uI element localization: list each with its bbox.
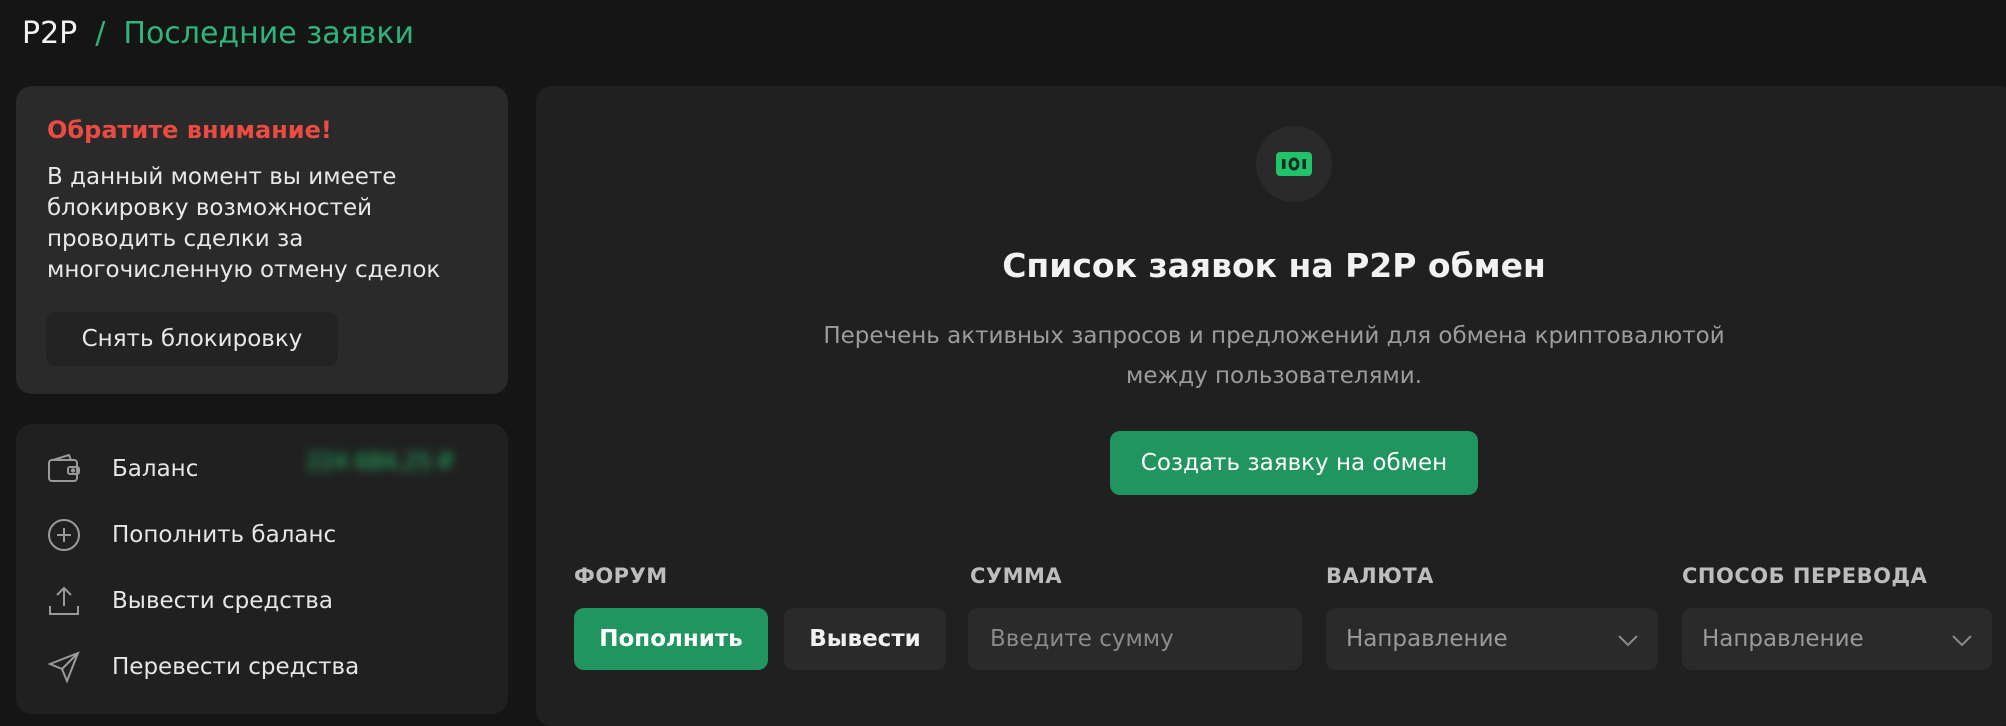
chevron-down-icon bbox=[1950, 628, 1974, 654]
page-title: Список заявок на P2P обмен bbox=[1002, 246, 1546, 285]
amount-label: СУММА bbox=[970, 564, 1063, 588]
currency-select[interactable]: Направление bbox=[1326, 608, 1658, 670]
method-select-value: Направление bbox=[1702, 626, 1864, 652]
currency-label: ВАЛЮТА bbox=[1326, 564, 1434, 588]
amount-field-wrapper bbox=[968, 608, 1302, 670]
wallet-icon bbox=[46, 451, 82, 487]
warning-title: Обратите внимание! bbox=[47, 116, 332, 144]
money-icon bbox=[1256, 126, 1332, 202]
warning-card: Обратите внимание! В данный момент вы им… bbox=[16, 86, 508, 394]
breadcrumb-root[interactable]: P2P bbox=[22, 14, 77, 54]
upload-icon bbox=[46, 583, 82, 619]
menu-item-transfer[interactable]: Перевести средства bbox=[46, 647, 359, 687]
method-select[interactable]: Направление bbox=[1682, 608, 1992, 670]
create-request-button[interactable]: Создать заявку на обмен bbox=[1110, 431, 1478, 495]
forum-label: ФОРУМ bbox=[574, 564, 668, 588]
menu-item-deposit[interactable]: Пополнить баланс bbox=[46, 515, 336, 555]
menu-label-deposit: Пополнить баланс bbox=[112, 522, 337, 548]
menu-label-balance: Баланс bbox=[112, 456, 199, 482]
menu-item-withdraw[interactable]: Вывести средства bbox=[46, 581, 333, 621]
unlock-button[interactable]: Снять блокировку bbox=[46, 312, 338, 366]
amount-input[interactable] bbox=[988, 625, 1302, 653]
menu-label-transfer: Перевести средства bbox=[112, 654, 360, 680]
withdraw-filter-button[interactable]: Вывести bbox=[784, 608, 946, 670]
plus-circle-icon bbox=[46, 517, 82, 553]
send-icon bbox=[46, 649, 82, 685]
deposit-filter-button[interactable]: Пополнить bbox=[574, 608, 768, 670]
breadcrumb-separator: / bbox=[95, 16, 106, 51]
main-panel: Список заявок на P2P обмен Перечень акти… bbox=[536, 86, 2006, 726]
method-label: СПОСОБ ПЕРЕВОДА bbox=[1682, 564, 1928, 588]
page-description: Перечень активных запросов и предложений… bbox=[823, 323, 1725, 389]
menu-item-balance[interactable]: Баланс bbox=[46, 449, 198, 489]
warning-text: В данный момент вы имеете блокировку воз… bbox=[47, 164, 441, 283]
account-menu: Баланс 224 684,25 ₽ Пополнить баланс Выв… bbox=[16, 424, 508, 714]
currency-select-value: Направление bbox=[1346, 626, 1508, 652]
breadcrumb-current: Последние заявки bbox=[123, 16, 414, 51]
breadcrumb: P2P / Последние заявки bbox=[22, 14, 414, 54]
menu-label-withdraw: Вывести средства bbox=[112, 588, 333, 614]
balance-value: 224 684,25 ₽ bbox=[306, 450, 453, 475]
chevron-down-icon bbox=[1616, 628, 1640, 654]
